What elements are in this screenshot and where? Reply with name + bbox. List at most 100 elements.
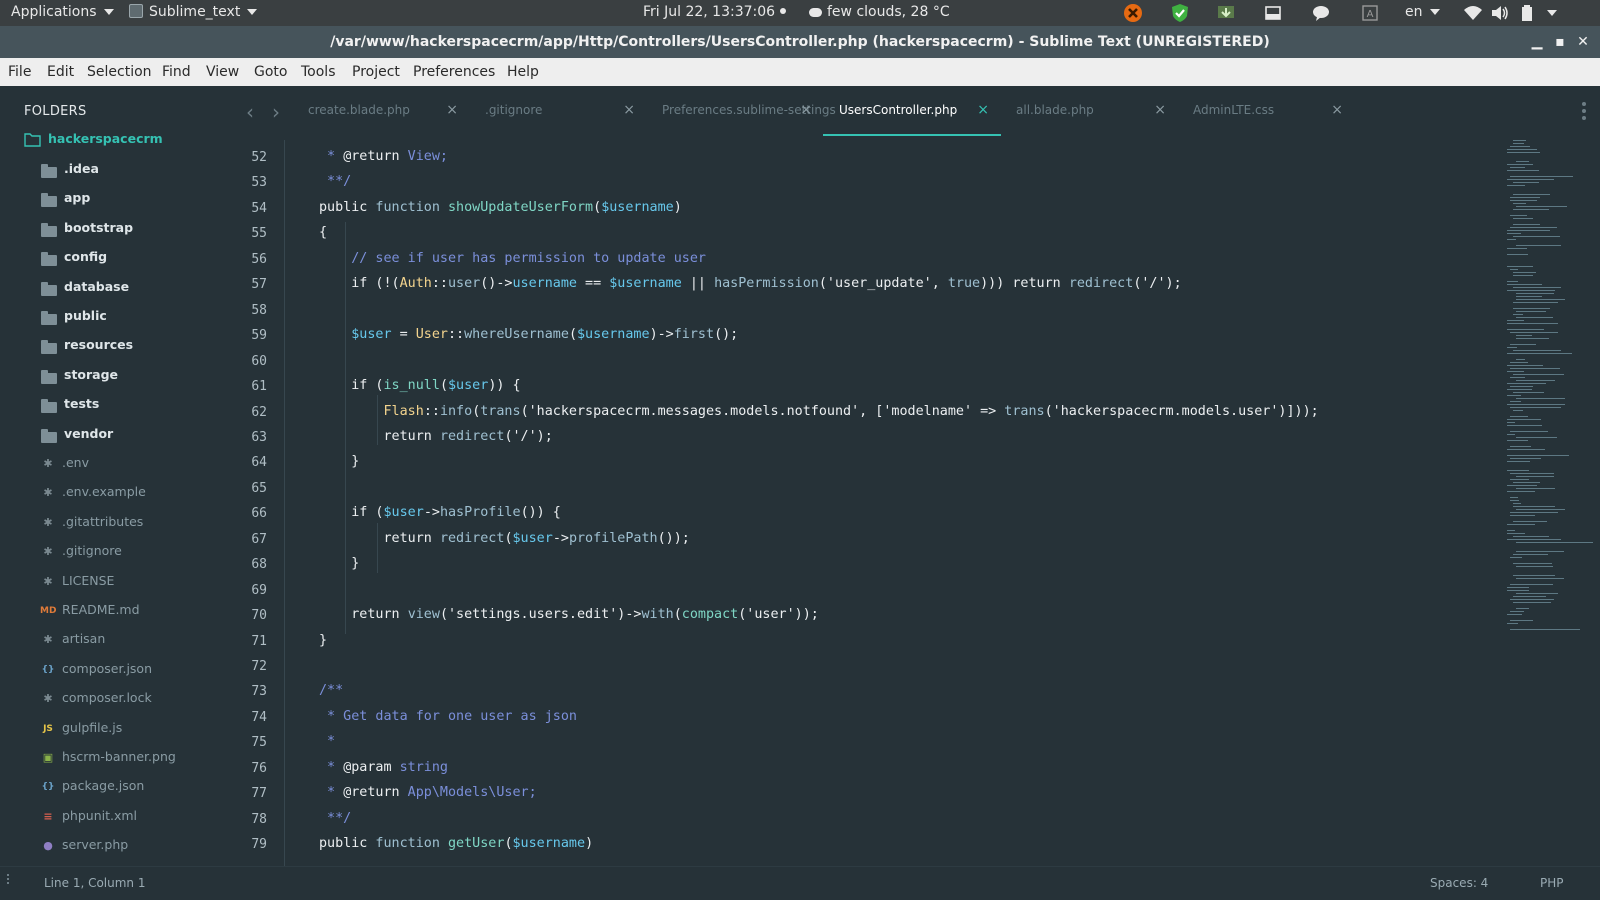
menu-file[interactable]: File (8, 58, 31, 86)
sidebar-file-item[interactable]: ✱ composer.lock (0, 685, 240, 714)
battery-icon[interactable] (1517, 3, 1537, 23)
close-tab-icon[interactable]: × (1331, 102, 1343, 118)
minimap-line (1513, 308, 1550, 309)
tab-create-blade-php[interactable]: create.blade.php × (292, 86, 470, 140)
close-tab-icon[interactable]: × (977, 102, 989, 118)
close-tab-icon[interactable]: × (623, 102, 635, 118)
syntax-selector[interactable]: PHP (1540, 876, 1564, 890)
indentation-setting[interactable]: Spaces: 4 (1430, 876, 1488, 890)
tab-adminlte-css[interactable]: AdminLTE.css × (1177, 86, 1355, 140)
code-line: { (319, 225, 327, 240)
menu-find[interactable]: Find (162, 58, 191, 86)
sidebar-item-public[interactable]: public (0, 303, 240, 332)
minimap-line (1507, 623, 1518, 624)
minimize-button[interactable]: ▁ (1527, 32, 1547, 52)
code-token: * (319, 734, 336, 750)
folder-icon (41, 281, 57, 296)
code-token: ('hackerspacecrm.models.user')])); (1044, 403, 1319, 419)
menu-project[interactable]: Project (352, 58, 400, 86)
close-tab-icon[interactable]: × (1154, 102, 1166, 118)
sidebar-item-storage[interactable]: storage (0, 362, 240, 391)
menu-preferences[interactable]: Preferences (413, 58, 495, 86)
sidebar-file-item[interactable]: ✱ .gitignore (0, 538, 240, 567)
sidebar-file-item[interactable]: {} composer.json (0, 656, 240, 685)
minimap-line (1510, 620, 1533, 621)
sidebar-root-folder[interactable]: hackerspacecrm (0, 126, 240, 155)
clock[interactable]: Fri Jul 22, 13:37:06 (643, 0, 786, 26)
applications-menu[interactable]: Applications (11, 0, 114, 26)
menu-help[interactable]: Help (507, 58, 539, 86)
security-shield-icon[interactable] (1170, 3, 1190, 23)
sidebar-file-item[interactable]: ≡ phpunit.xml (0, 803, 240, 832)
sidebar-item-tests[interactable]: tests (0, 391, 240, 420)
sidebar-file-item[interactable]: ✱ LICENSE (0, 568, 240, 597)
sidebar-file-label: artisan (62, 631, 106, 647)
weather-indicator[interactable]: few clouds, 28 °C (809, 0, 950, 26)
tab-preferences-sublime-settings[interactable]: Preferences.sublime-settings × (646, 86, 836, 140)
sidebar-file-item[interactable]: ● server.php (0, 832, 240, 861)
code-token: * (319, 759, 344, 775)
minimap-line (1507, 170, 1539, 171)
error-status-icon[interactable] (1123, 3, 1143, 23)
menu-goto[interactable]: Goto (254, 58, 287, 86)
tab-back-arrow-icon[interactable]: ‹ (246, 102, 254, 122)
minimap-line (1513, 521, 1547, 522)
window-titlebar[interactable]: /var/www/hackerspacecrm/app/Http/Control… (0, 26, 1600, 58)
tab-userscontroller-php[interactable]: UsersController.php × (823, 86, 1001, 140)
sidebar-item-config[interactable]: config (0, 244, 240, 273)
tab-gitignore[interactable]: .gitignore × (469, 86, 647, 140)
menu-edit[interactable]: Edit (47, 58, 74, 86)
system-menu-chevron-icon[interactable] (1547, 10, 1557, 16)
menu-selection[interactable]: Selection (87, 58, 152, 86)
sidebar-file-item[interactable]: {} package.json (0, 773, 240, 802)
wifi-icon[interactable] (1463, 3, 1483, 23)
sidebar-item-vendor[interactable]: vendor (0, 421, 240, 450)
sidebar-file-item[interactable]: ✱ .env (0, 450, 240, 479)
sidebar-file-item[interactable]: JS gulpfile.js (0, 715, 240, 744)
tab-forward-arrow-icon[interactable]: › (272, 102, 280, 122)
window-list-icon[interactable] (1263, 3, 1283, 23)
code-token: ( (593, 199, 602, 215)
sidebar-item-app[interactable]: app (0, 185, 240, 214)
keyboard-layout-icon[interactable]: A (1360, 3, 1380, 23)
sidebar-item-database[interactable]: database (0, 274, 240, 303)
sidebar-file-item[interactable]: ✱ .env.example (0, 479, 240, 508)
minimap[interactable] (1507, 140, 1597, 640)
sidebar-item-idea[interactable]: .idea (0, 156, 240, 185)
close-tab-icon[interactable]: × (446, 102, 458, 118)
panel-toggle-icon[interactable] (7, 874, 9, 884)
minimap-line (1510, 557, 1522, 558)
minimap-line (1507, 329, 1544, 330)
update-download-icon[interactable] (1216, 3, 1236, 23)
sidebar-file-item[interactable]: MD README.md (0, 597, 240, 626)
sidebar-item-resources[interactable]: resources (0, 332, 240, 361)
minimap-line (1513, 209, 1549, 210)
chat-bubble-icon[interactable] (1311, 3, 1331, 23)
volume-icon[interactable] (1490, 3, 1510, 23)
maximize-button[interactable]: ▪ (1550, 32, 1570, 52)
sidebar-item-bootstrap[interactable]: bootstrap (0, 215, 240, 244)
sidebar[interactable]: FOLDERS hackerspacecrm .idea app bootstrap… (0, 86, 240, 866)
menu-tools[interactable]: Tools (301, 58, 336, 86)
minimap-line (1507, 284, 1542, 285)
minimap-line (1516, 398, 1565, 399)
asterisk-icon: ✱ (43, 545, 53, 559)
close-window-button[interactable]: ✕ (1573, 32, 1593, 52)
braces-icon: {} (41, 782, 55, 793)
more-options-icon[interactable] (1582, 102, 1586, 123)
sidebar-file-item[interactable]: ✱ artisan (0, 626, 240, 655)
minimap-line (1507, 434, 1515, 435)
sidebar-file-item[interactable]: ✱ .gitattributes (0, 509, 240, 538)
line-number: 54 (251, 200, 267, 216)
minimap-line (1510, 269, 1518, 270)
app-indicator-menu[interactable]: Sublime_text (129, 0, 258, 26)
close-tab-icon[interactable]: × (800, 102, 812, 118)
minimap-line (1507, 590, 1529, 591)
language-indicator[interactable]: en (1405, 0, 1440, 26)
menu-view[interactable]: View (206, 58, 239, 86)
code-editor[interactable]: 52 * @return View; 53 **/ 54 public functio… (240, 140, 1600, 866)
line-number: 67 (251, 531, 267, 547)
tab-all-blade-php[interactable]: all.blade.php × (1000, 86, 1178, 140)
cursor-position[interactable]: Line 1, Column 1 (44, 876, 146, 890)
sidebar-file-item[interactable]: ▣ hscrm-banner.png (0, 744, 240, 773)
